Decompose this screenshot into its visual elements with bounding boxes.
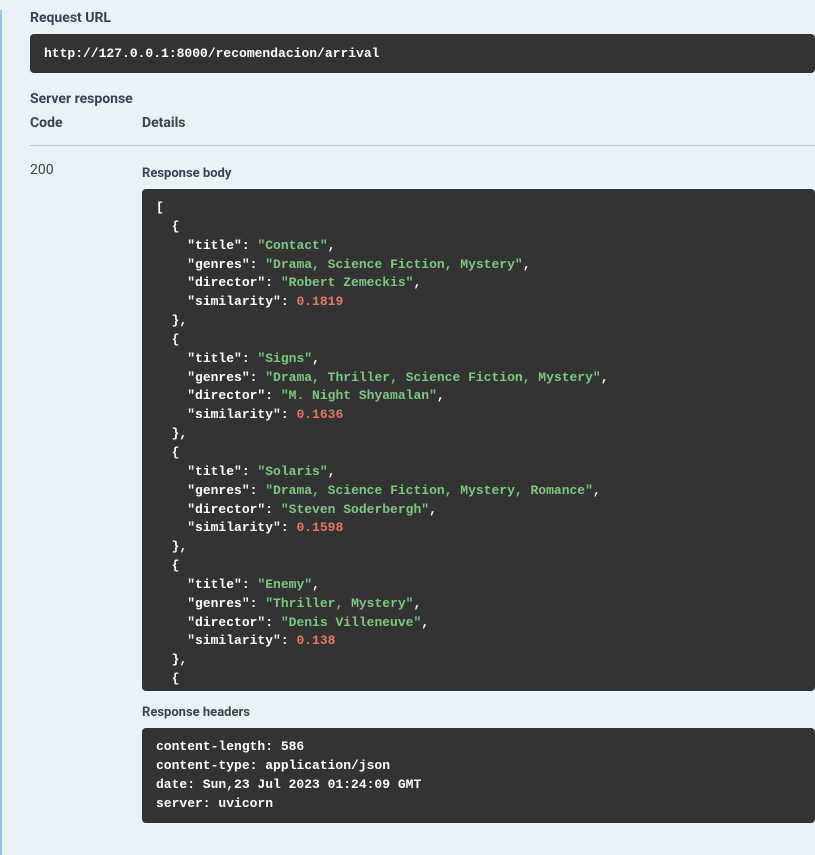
server-response-label: Server response [30, 91, 815, 107]
response-body-block[interactable]: [ { "title": "Contact", "genres": "Drama… [142, 189, 815, 691]
response-headers-block[interactable]: content-length: 586 content-type: applic… [142, 728, 815, 823]
details-column-header: Details [142, 115, 815, 145]
request-url-value: http://127.0.0.1:8000/recomendacion/arri… [30, 34, 815, 73]
request-url-label: Request URL [30, 10, 815, 26]
status-code: 200 [30, 162, 90, 178]
divider [30, 145, 815, 146]
response-body-label: Response body [142, 166, 815, 181]
response-headers-label: Response headers [142, 705, 815, 720]
code-column-header: Code [30, 115, 90, 145]
